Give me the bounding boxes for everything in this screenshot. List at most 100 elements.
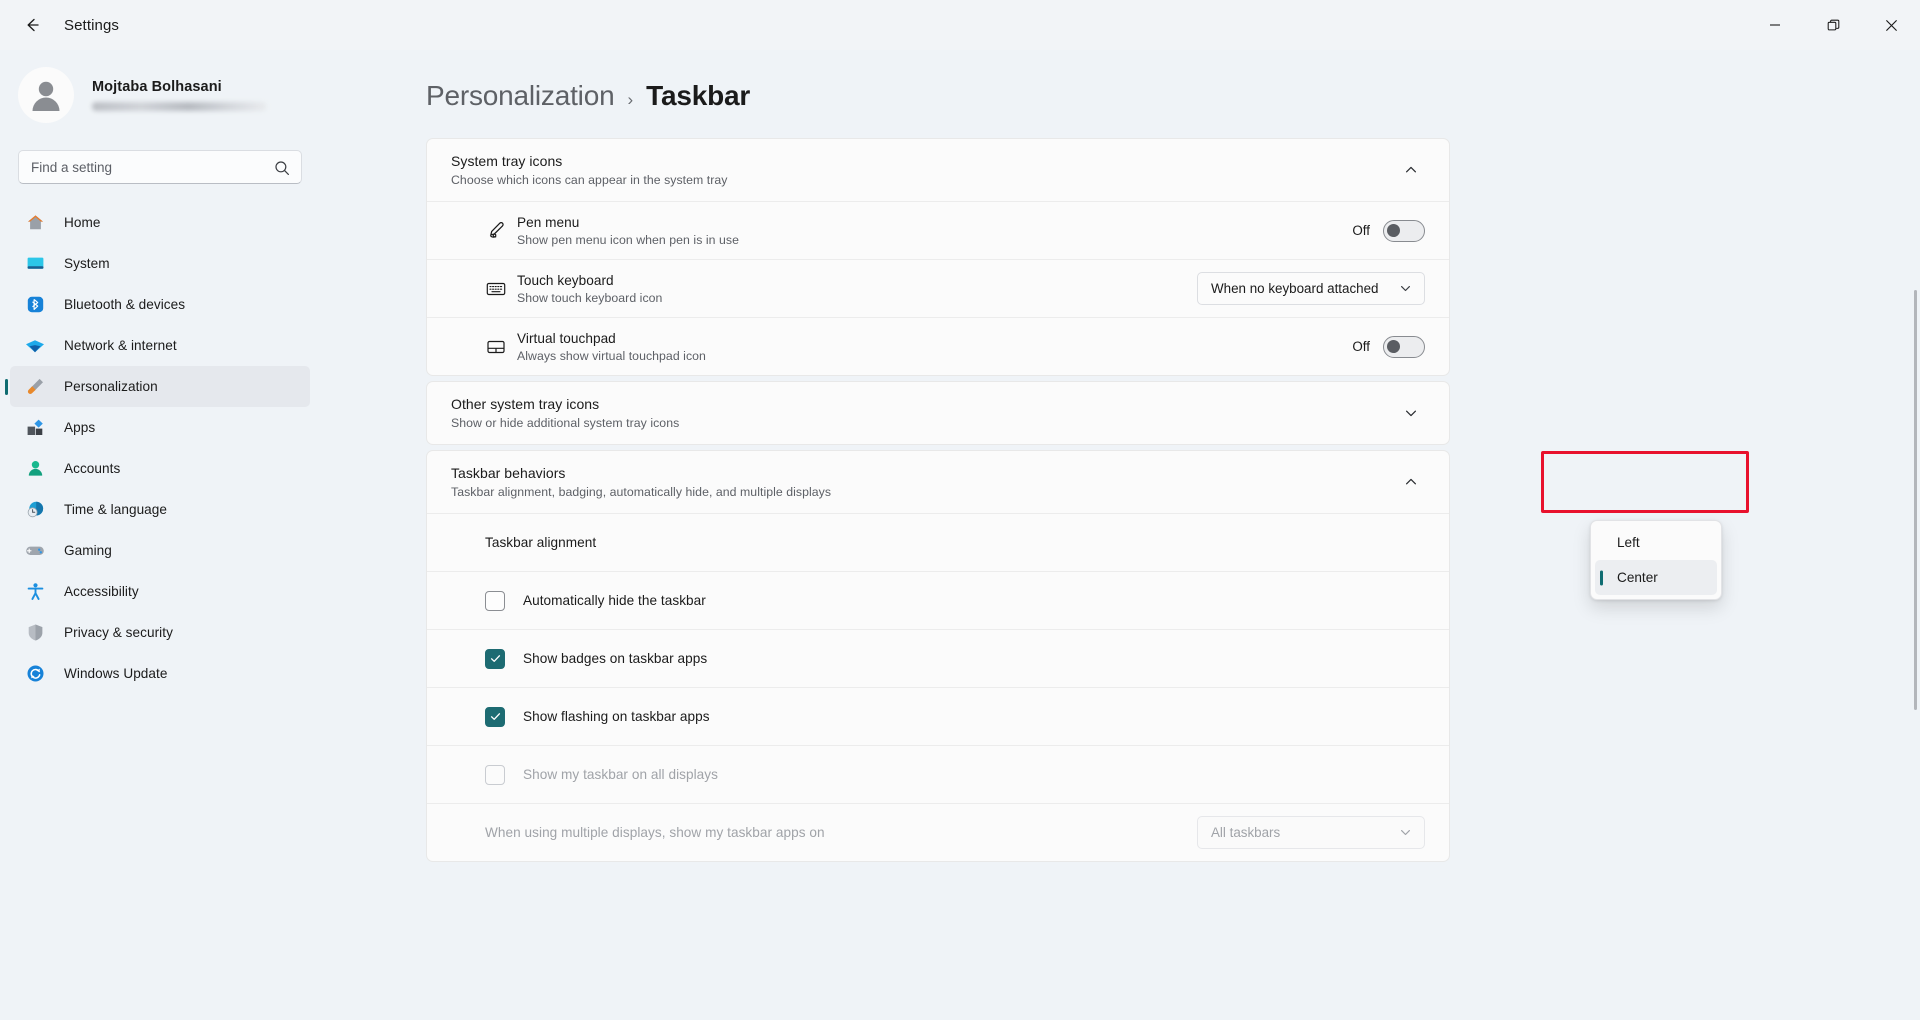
row-subtitle: Show pen menu icon when pen is in use — [517, 232, 739, 247]
row-title: Touch keyboard — [517, 272, 614, 288]
row-show-flashing[interactable]: Show flashing on taskbar apps — [427, 687, 1449, 745]
checkbox-row[interactable]: Show badges on taskbar apps — [485, 648, 708, 669]
card-taskbar-behaviors: Taskbar behaviors Taskbar alignment, bad… — [426, 450, 1450, 862]
row-pen-menu[interactable]: Pen menu Show pen menu icon when pen is … — [427, 201, 1449, 259]
card-other-system-tray-icons[interactable]: Other system tray icons Show or hide add… — [426, 381, 1450, 445]
settings-window: Settings Mojtaba Bolhasani Find a settin… — [0, 0, 1920, 1020]
sidebar-nav: Home System Bluetooth & devices Network … — [0, 202, 320, 694]
sidebar-item-label: Windows Update — [64, 666, 168, 681]
sidebar-item-accessibility[interactable]: Accessibility — [10, 571, 310, 612]
sidebar-item-network[interactable]: Network & internet — [10, 325, 310, 366]
clock-globe-icon — [25, 500, 45, 520]
touchpad-icon — [485, 336, 517, 358]
minimize-icon — [1770, 24, 1780, 26]
taskbar-behaviors-header[interactable]: Taskbar behaviors Taskbar alignment, bad… — [427, 451, 1449, 513]
pen-menu-toggle-group[interactable]: Off — [1352, 219, 1425, 242]
chevron-up-icon[interactable] — [1397, 156, 1425, 184]
checkbox-label: Automatically hide the taskbar — [523, 593, 706, 608]
row-title: Taskbar alignment — [485, 535, 597, 550]
show-all-displays-checkbox — [485, 764, 505, 785]
combo-value: When no keyboard attached — [1211, 281, 1379, 296]
show-flashing-checkbox[interactable] — [485, 706, 505, 727]
chevron-down-icon — [1399, 826, 1412, 839]
system-display-icon — [25, 254, 45, 274]
sidebar-item-label: Personalization — [64, 379, 158, 394]
sidebar-item-accounts[interactable]: Accounts — [10, 448, 310, 489]
restore-button[interactable] — [1804, 0, 1862, 50]
search-box[interactable] — [18, 150, 302, 184]
row-subtitle: Always show virtual touchpad icon — [517, 348, 706, 363]
sidebar-item-label: Privacy & security — [64, 625, 173, 640]
close-button[interactable] — [1862, 0, 1920, 50]
row-touch-keyboard[interactable]: Touch keyboard Show touch keyboard icon … — [427, 259, 1449, 317]
sidebar-item-gaming[interactable]: Gaming — [10, 530, 310, 571]
other-tray-header[interactable]: Other system tray icons Show or hide add… — [427, 382, 1449, 444]
accounts-person-icon — [25, 459, 45, 479]
virtual-touchpad-toggle-group[interactable]: Off — [1352, 335, 1425, 358]
touch-keyboard-combobox[interactable]: When no keyboard attached — [1197, 272, 1425, 305]
app-title: Settings — [64, 16, 119, 34]
checkbox-label: Show flashing on taskbar apps — [523, 709, 710, 724]
sidebar-item-bluetooth[interactable]: Bluetooth & devices — [10, 284, 310, 325]
row-auto-hide-taskbar[interactable]: Automatically hide the taskbar — [427, 571, 1449, 629]
back-arrow-icon — [27, 18, 39, 32]
checkbox-label: Show badges on taskbar apps — [523, 651, 708, 666]
sidebar-item-personalization[interactable]: Personalization — [10, 366, 310, 407]
profile-section[interactable]: Mojtaba Bolhasani — [0, 50, 320, 126]
system-tray-header[interactable]: System tray icons Choose which icons can… — [427, 139, 1449, 201]
main-content: Personalization › Taskbar System tray ic… — [320, 50, 1920, 1020]
pen-menu-toggle[interactable] — [1383, 219, 1425, 242]
sidebar-item-system[interactable]: System — [10, 243, 310, 284]
sidebar-item-apps[interactable]: Apps — [10, 407, 310, 448]
chevron-down-icon[interactable] — [1397, 399, 1425, 427]
row-title: When using multiple displays, show my ta… — [485, 825, 825, 840]
accessibility-icon — [25, 582, 45, 602]
vertical-scrollbar[interactable] — [1914, 290, 1917, 710]
virtual-touchpad-toggle[interactable] — [1383, 335, 1425, 358]
toggle-state-label: Off — [1352, 339, 1370, 354]
row-show-on-all-displays: Show my taskbar on all displays — [427, 745, 1449, 803]
chevron-down-icon — [1399, 282, 1412, 295]
close-icon — [1885, 19, 1897, 31]
show-badges-checkbox[interactable] — [485, 648, 505, 669]
sidebar-item-label: Time & language — [64, 502, 168, 517]
row-taskbar-alignment[interactable]: Taskbar alignment — [427, 513, 1449, 571]
dropdown-option-left[interactable]: Left — [1595, 525, 1717, 560]
sidebar-item-label: Accessibility — [64, 584, 139, 599]
row-subtitle: Show touch keyboard icon — [517, 290, 663, 305]
checkbox-label: Show my taskbar on all displays — [523, 767, 718, 782]
sidebar-item-privacy-security[interactable]: Privacy & security — [10, 612, 310, 653]
breadcrumb-separator: › — [627, 90, 634, 109]
chevron-up-icon[interactable] — [1397, 468, 1425, 496]
search-input[interactable] — [19, 159, 301, 175]
card-title: Taskbar behaviors — [451, 465, 566, 481]
window-controls — [1746, 0, 1920, 50]
home-icon — [25, 213, 45, 233]
card-subtitle: Choose which icons can appear in the sys… — [451, 173, 728, 187]
bluetooth-icon — [25, 295, 45, 315]
checkbox-row[interactable]: Automatically hide the taskbar — [485, 590, 706, 611]
back-button[interactable] — [10, 8, 54, 42]
sidebar-item-home[interactable]: Home — [10, 202, 310, 243]
checkbox-row[interactable]: Show flashing on taskbar apps — [485, 706, 710, 727]
pen-icon — [485, 220, 517, 242]
minimize-button[interactable] — [1746, 0, 1804, 50]
row-multiple-displays-apps: When using multiple displays, show my ta… — [427, 803, 1449, 861]
row-virtual-touchpad[interactable]: Virtual touchpad Always show virtual tou… — [427, 317, 1449, 375]
toggle-knob — [1387, 224, 1400, 237]
toggle-state-label: Off — [1352, 223, 1370, 238]
row-show-badges[interactable]: Show badges on taskbar apps — [427, 629, 1449, 687]
sidebar-item-windows-update[interactable]: Windows Update — [10, 653, 310, 694]
row-title: Pen menu — [517, 214, 580, 230]
sidebar-item-label: Bluetooth & devices — [64, 297, 186, 312]
sidebar-item-label: Gaming — [64, 543, 112, 558]
auto-hide-checkbox[interactable] — [485, 590, 505, 611]
sidebar-item-label: Accounts — [64, 461, 121, 476]
breadcrumb-parent[interactable]: Personalization — [426, 80, 615, 112]
card-title: Other system tray icons — [451, 396, 600, 412]
taskbar-alignment-dropdown-flyout[interactable]: Left Center — [1590, 520, 1722, 600]
dropdown-option-center[interactable]: Center — [1595, 560, 1717, 595]
apps-icon — [25, 418, 45, 438]
sidebar: Mojtaba Bolhasani Home — [0, 50, 320, 1020]
sidebar-item-time-language[interactable]: Time & language — [10, 489, 310, 530]
